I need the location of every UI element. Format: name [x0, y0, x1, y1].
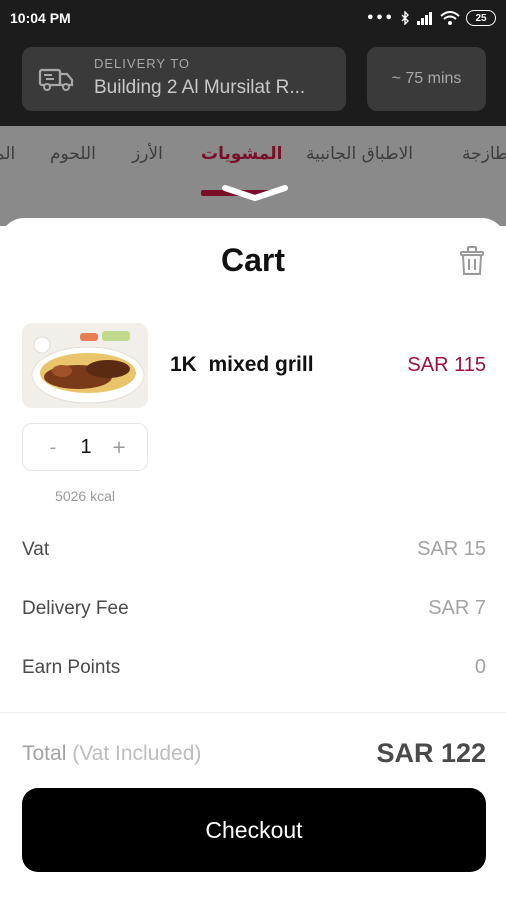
- bluetooth-icon: [401, 11, 409, 25]
- total-row: Total (Vat Included) SAR 122: [22, 738, 486, 769]
- delivery-label: DELIVERY TO: [94, 56, 191, 71]
- status-icons: ••• 25: [366, 10, 496, 26]
- earn-points-label: Earn Points: [22, 656, 121, 678]
- delivery-address: Building 2 Al Mursilat R...: [94, 77, 306, 98]
- vat-value: SAR 15: [417, 538, 486, 560]
- tab-category-meat[interactable]: اللحوم: [50, 144, 96, 164]
- status-time: 10:04 PM: [10, 10, 71, 26]
- checkout-button[interactable]: Checkout: [22, 788, 486, 872]
- decrease-quantity-button[interactable]: -: [43, 437, 63, 458]
- cart-title: Cart: [220, 242, 285, 278]
- wifi-icon: [440, 11, 460, 25]
- delivery-address-selector[interactable]: DELIVERY TO Building 2 Al Mursilat R...: [22, 47, 346, 111]
- quantity-stepper: - 1 +: [22, 423, 148, 471]
- truck-icon: [38, 68, 74, 91]
- tab-category-rice[interactable]: الأرز: [132, 144, 163, 164]
- product-name: 1K mixed grill: [170, 353, 314, 376]
- tab-category-fresh[interactable]: طازجة: [462, 144, 506, 164]
- total-vat-note: (Vat Included): [72, 741, 202, 765]
- delivery-eta: ~ 75 mins: [367, 47, 486, 111]
- signal-icon: [417, 12, 432, 25]
- vat-row: Vat SAR 15: [22, 538, 486, 561]
- total-title: Total: [22, 741, 67, 765]
- total-value: SAR 122: [376, 738, 486, 768]
- trash-icon[interactable]: [457, 244, 487, 276]
- divider: [0, 712, 506, 713]
- cart-sheet: Cart 1K mixed grill SAR 115 - 1 + 5026 k…: [0, 185, 506, 900]
- product-price: SAR 115: [407, 354, 486, 376]
- earn-points-row: Earn Points 0: [22, 656, 486, 679]
- tab-category-grills[interactable]: المشويات: [201, 144, 282, 164]
- product-calories: 5026 kcal: [55, 488, 115, 504]
- battery-icon: 25: [466, 10, 496, 26]
- status-bar: 10:04 PM ••• 25: [0, 0, 506, 36]
- delivery-fee-label: Delivery Fee: [22, 597, 129, 619]
- total-label: Total (Vat Included): [22, 742, 201, 766]
- chevron-down-icon[interactable]: [221, 184, 289, 202]
- delivery-fee-value: SAR 7: [428, 597, 486, 619]
- increase-quantity-button[interactable]: +: [109, 437, 129, 458]
- quantity-value: 1: [80, 435, 92, 458]
- vat-label: Vat: [22, 538, 50, 560]
- app-header: 10:04 PM ••• 25 DELIVERY TO Building 2 A…: [0, 0, 506, 126]
- product-image: [22, 323, 148, 408]
- earn-points-value: 0: [474, 656, 486, 678]
- delivery-fee-row: Delivery Fee SAR 7: [22, 597, 486, 620]
- tab-category-partial[interactable]: الم: [0, 144, 15, 164]
- tab-category-side-dishes[interactable]: الاطباق الجانبية: [306, 144, 413, 164]
- more-dots-icon: •••: [366, 10, 394, 26]
- category-tabs: طازجة الاطباق الجانبية المشويات الأرز ال…: [0, 126, 506, 226]
